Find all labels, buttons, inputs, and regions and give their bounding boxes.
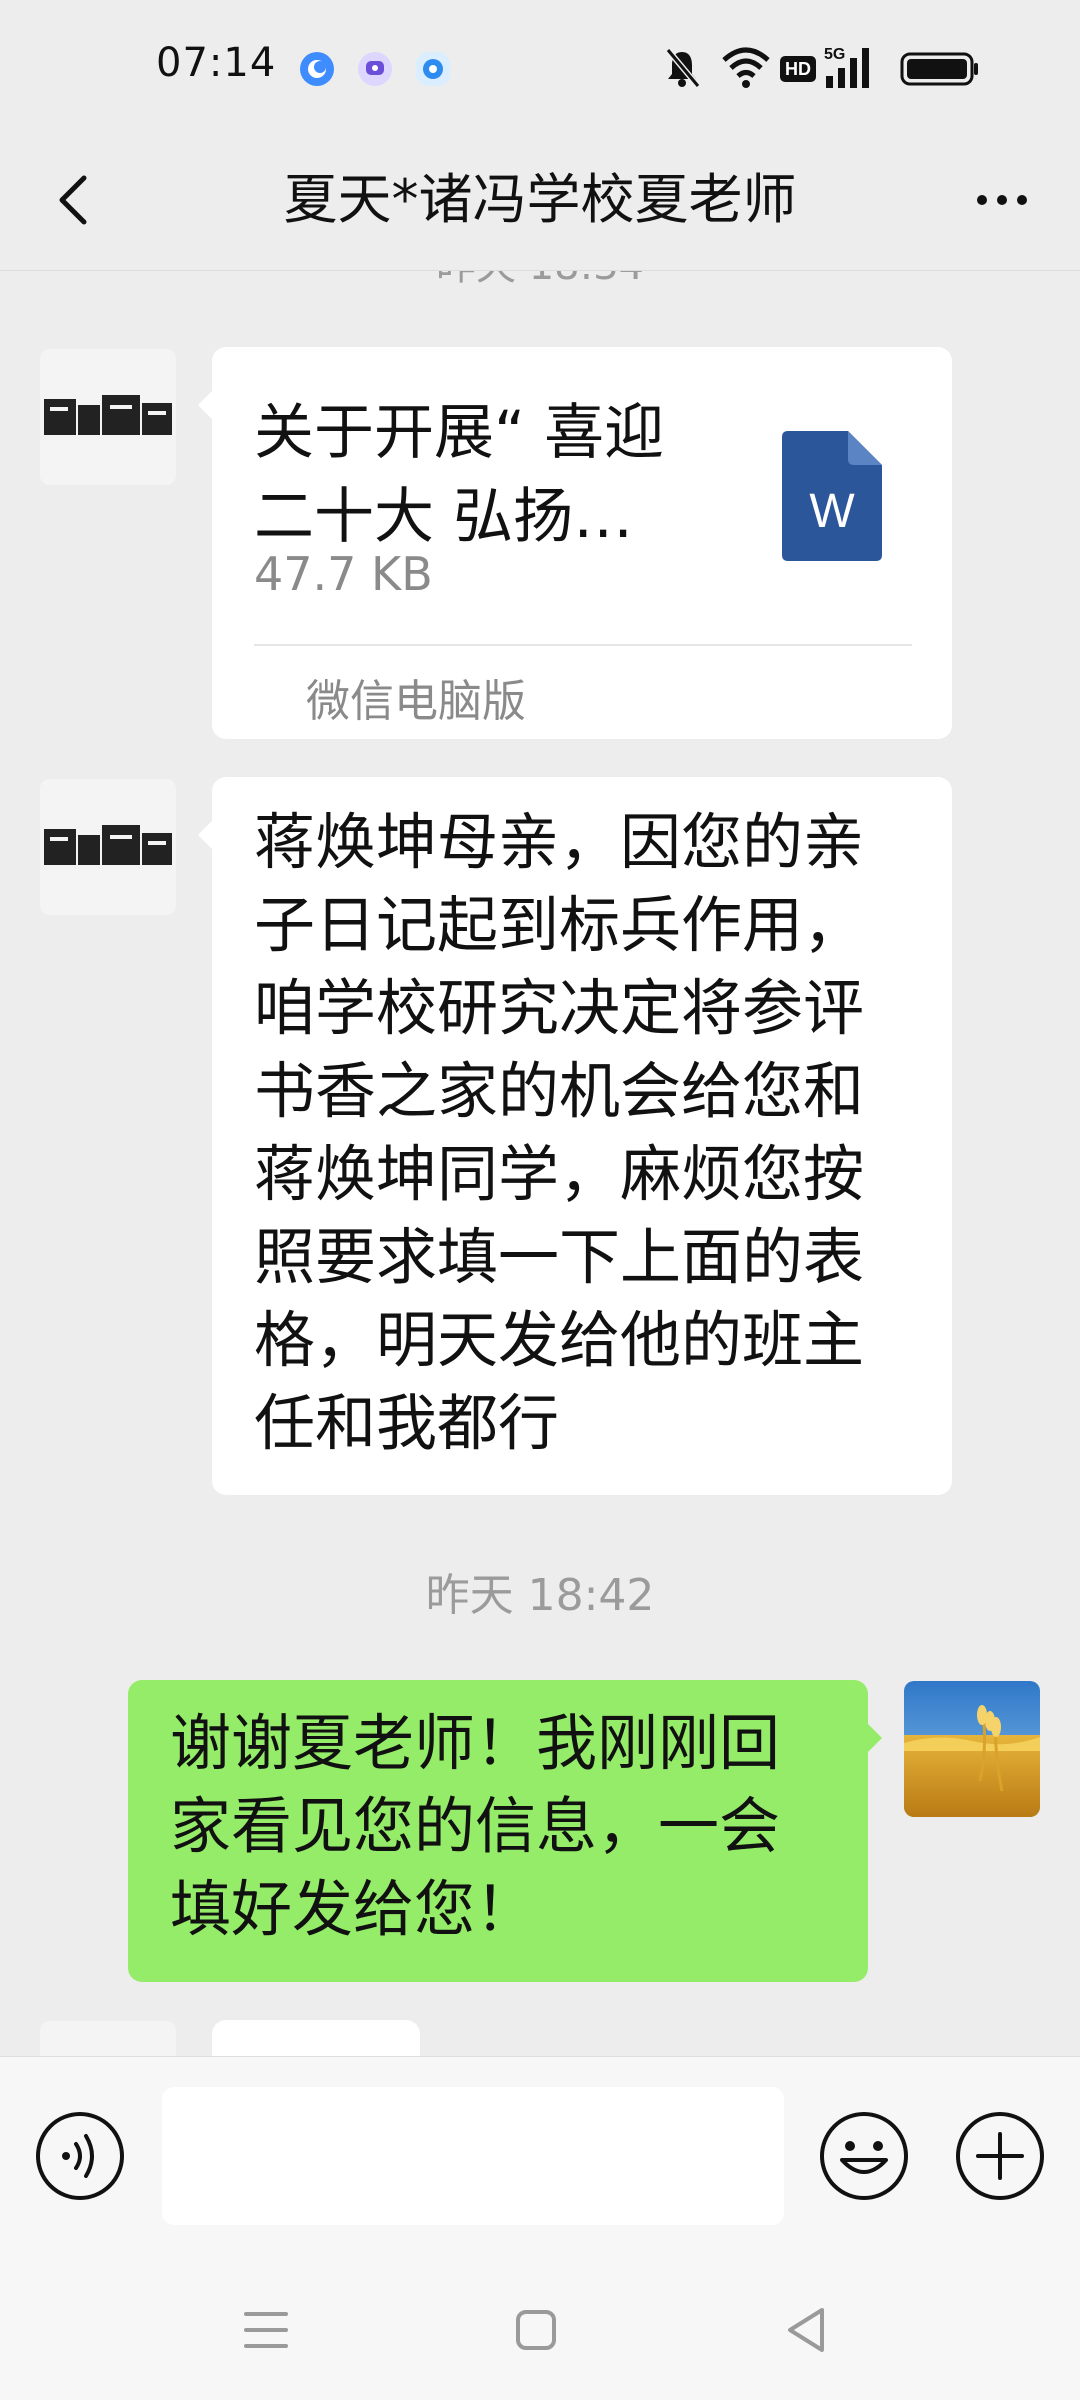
message-input-bar [0, 2056, 1080, 2257]
more-dots-icon[interactable] [960, 158, 1044, 242]
file-message[interactable]: 关于开展“ 喜迎 二十大 弘扬… 47.7 KB W 微信电脑版 [198, 347, 952, 739]
file-divider [254, 644, 912, 646]
file-source-label: 微信电脑版 [306, 676, 526, 727]
voice-icon[interactable] [34, 2110, 126, 2202]
file-name: 关于开展“ 喜迎 二十大 弘扬… [254, 391, 734, 559]
status-time: 07:14 [156, 40, 277, 86]
timestamp-divider: 昨天 18:42 [425, 1570, 655, 1621]
text-message[interactable]: 蒋焕坤母亲，因您的亲子日记起到标兵作用，咱学校研究决定将参评书香之家的机会给您和… [198, 777, 952, 1495]
status-bar: 07:14 HD 5G [0, 0, 1080, 130]
timestamp-divider: 昨天 18:34 [0, 271, 1080, 291]
message-text: 蒋焕坤母亲，因您的亲子日记起到标兵作用，咱学校研究决定将参评书香之家的机会给您和… [254, 807, 865, 1459]
wheat-field-avatar-image [904, 1681, 1040, 1817]
chat-app-notification-icon [358, 52, 392, 86]
plus-icon[interactable] [954, 2110, 1046, 2202]
menu-lines-icon[interactable] [236, 2300, 296, 2360]
word-document-icon: W [782, 431, 882, 561]
incoming-message-partial[interactable] [212, 2020, 420, 2056]
signal-icon [826, 48, 869, 88]
app-notification-icon [416, 52, 450, 86]
outgoing-message[interactable]: 谢谢夏老师！我刚刚回家看见您的信息，一会填好发给您！ [128, 1680, 882, 1982]
hd-badge: HD [780, 56, 816, 82]
message-input[interactable] [162, 2087, 784, 2225]
file-name-line-1: 关于开展“ 喜迎 [254, 398, 665, 468]
emoji-icon[interactable] [818, 2110, 910, 2202]
chat-messages[interactable]: 昨天 18:34 关于开展“ 喜迎 二十大 弘扬… 47.7 KB W 微信电脑… [0, 271, 1080, 2056]
avatar-logo-image [40, 779, 176, 915]
home-square-icon[interactable] [506, 2300, 566, 2360]
file-icon-letter: W [809, 485, 855, 538]
back-chevron-icon[interactable] [36, 158, 120, 242]
message-text: 谢谢夏老师！我刚刚回家看见您的信息，一会填好发给您！ [170, 1708, 781, 1945]
avatar-logo-image [40, 349, 176, 485]
my-avatar[interactable] [904, 1681, 1040, 1817]
sender-avatar[interactable] [40, 2021, 176, 2056]
browser-notification-icon [300, 52, 334, 86]
chat-header: 夏天*诸冯学校夏老师 [0, 130, 1080, 271]
wifi-icon [722, 47, 770, 88]
system-navigation-bar [0, 2256, 1080, 2400]
mute-bell-icon [665, 48, 701, 88]
battery-icon [900, 52, 978, 86]
file-size: 47.7 KB [254, 547, 433, 601]
sender-avatar[interactable] [40, 349, 176, 485]
chat-title: 夏天*诸冯学校夏老师 [283, 168, 797, 231]
sender-avatar[interactable] [40, 779, 176, 915]
back-triangle-icon[interactable] [776, 2300, 836, 2360]
